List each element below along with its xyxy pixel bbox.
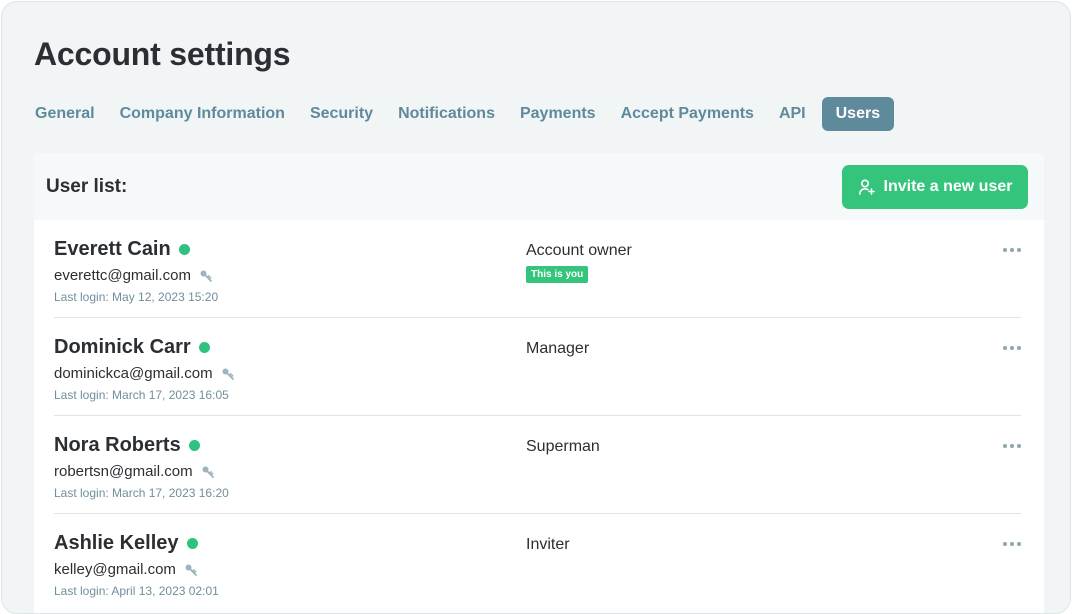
user-name: Nora Roberts	[54, 434, 200, 457]
user-role: Account owner	[526, 242, 632, 259]
more-horizontal-icon[interactable]	[1003, 246, 1021, 254]
user-email-text: kelley@gmail.com	[54, 561, 176, 578]
user-row: Ashlie Kelley kelley@gmail.com Last logi…	[54, 514, 1021, 612]
online-status-dot	[188, 440, 200, 451]
this-is-you-badge: This is you	[526, 266, 589, 283]
user-email: everettc@gmail.com	[54, 267, 213, 284]
last-login: Last login: March 17, 2023 16:05	[54, 388, 229, 402]
key-icon[interactable]	[221, 367, 235, 381]
online-status-dot	[186, 538, 198, 549]
user-list-card: User list: Invite a new user Everett Cai…	[34, 153, 1044, 613]
more-horizontal-icon[interactable]	[1003, 442, 1021, 450]
online-status-dot	[198, 342, 210, 353]
key-icon[interactable]	[199, 269, 213, 283]
user-plus-icon	[858, 178, 875, 195]
online-status-dot	[178, 244, 190, 255]
account-settings-panel: Account settings General Company Informa…	[1, 1, 1071, 614]
user-role: Manager	[526, 340, 590, 357]
settings-tabs: General Company Information Security Not…	[26, 97, 901, 131]
user-role: Superman	[526, 438, 600, 455]
last-login: Last login: May 12, 2023 15:20	[54, 290, 219, 304]
tab-general[interactable]: General	[26, 97, 104, 131]
user-email-text: everettc@gmail.com	[54, 267, 191, 284]
invite-new-user-button[interactable]: Invite a new user	[842, 164, 1028, 209]
user-name-text: Dominick Carr	[54, 336, 191, 358]
tab-api[interactable]: API	[770, 97, 815, 131]
user-name-text: Everett Cain	[54, 238, 171, 260]
user-name: Everett Cain	[54, 238, 190, 261]
tab-accept-payments[interactable]: Accept Payments	[612, 97, 763, 131]
tab-security[interactable]: Security	[301, 97, 382, 131]
last-login: Last login: March 17, 2023 16:20	[54, 486, 229, 500]
user-row: Nora Roberts robertsn@gmail.com Last log…	[54, 416, 1021, 514]
more-horizontal-icon[interactable]	[1003, 344, 1021, 352]
page-title: Account settings	[34, 36, 291, 72]
user-email: robertsn@gmail.com	[54, 463, 215, 480]
user-name: Dominick Carr	[54, 336, 210, 359]
user-role: Inviter	[526, 536, 570, 553]
last-login: Last login: April 13, 2023 02:01	[54, 584, 219, 598]
user-email-text: robertsn@gmail.com	[54, 463, 193, 480]
invite-button-label: Invite a new user	[883, 177, 1013, 195]
user-list-header: User list: Invite a new user	[34, 153, 1044, 220]
key-icon[interactable]	[184, 563, 198, 577]
user-name: Ashlie Kelley	[54, 532, 198, 555]
user-name-text: Ashlie Kelley	[54, 532, 179, 554]
user-name-text: Nora Roberts	[54, 434, 181, 456]
user-email: kelley@gmail.com	[54, 561, 198, 578]
user-email: dominickca@gmail.com	[54, 365, 235, 382]
user-list-title: User list:	[46, 175, 128, 197]
key-icon[interactable]	[201, 465, 215, 479]
tab-notifications[interactable]: Notifications	[389, 97, 504, 131]
user-email-text: dominickca@gmail.com	[54, 365, 213, 382]
tab-payments[interactable]: Payments	[511, 97, 605, 131]
tab-users[interactable]: Users	[821, 97, 895, 131]
user-row: Everett Cain everettc@gmail.com Last log…	[54, 220, 1021, 318]
more-horizontal-icon[interactable]	[1003, 540, 1021, 548]
user-row: Dominick Carr dominickca@gmail.com Last …	[54, 318, 1021, 416]
tab-company-information[interactable]: Company Information	[111, 97, 294, 131]
